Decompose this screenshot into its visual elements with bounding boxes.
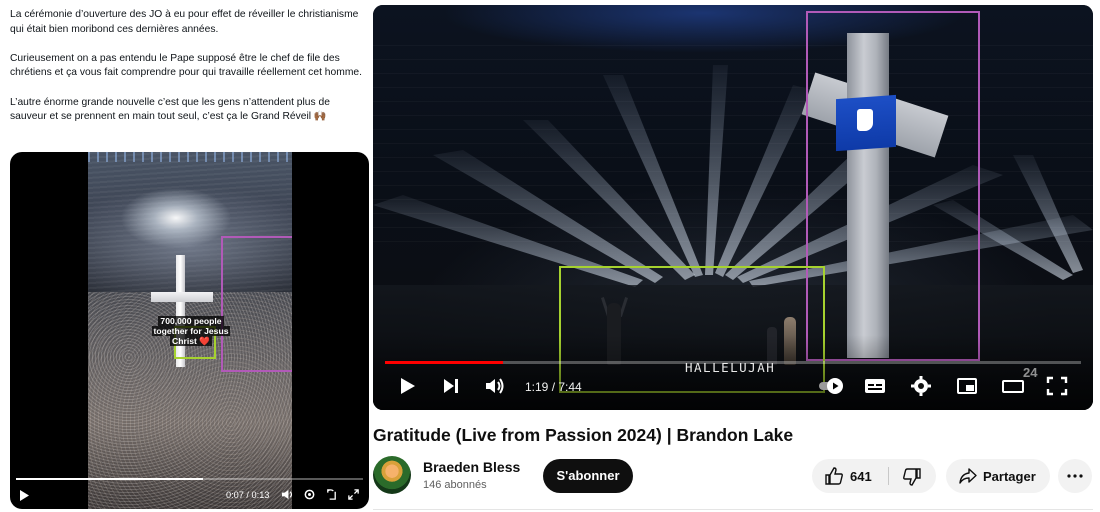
share-label: Partager — [983, 469, 1036, 484]
share-button[interactable]: Partager — [946, 459, 1050, 493]
share-icon — [959, 468, 977, 484]
rotate-icon[interactable] — [325, 488, 338, 501]
like-dislike-group: 641 — [812, 459, 936, 493]
like-count: 641 — [850, 469, 872, 484]
subscribe-button[interactable]: S'abonner — [543, 459, 633, 493]
video-progress-fill — [16, 478, 204, 480]
channel-avatar[interactable] — [373, 456, 411, 494]
tweet-paragraph: L’autre énorme grande nouvelle c’est que… — [10, 96, 330, 123]
youtube-progress-fill — [385, 361, 504, 364]
tweet-paragraph: La cérémonie d’ouverture des JO à eu pou… — [10, 9, 359, 35]
divider — [373, 509, 1093, 510]
cross-highlight-box — [221, 236, 292, 372]
expand-icon[interactable] — [347, 488, 360, 501]
stadium-lights — [88, 152, 292, 162]
youtube-progress-bar[interactable] — [385, 361, 1081, 364]
autoplay-toggle[interactable] — [817, 375, 847, 397]
settings-icon[interactable] — [909, 375, 933, 397]
more-actions-button[interactable] — [1058, 459, 1092, 493]
next-icon[interactable] — [439, 375, 463, 397]
broadcast-watermark: 24 — [1023, 365, 1038, 380]
video-progress-bar[interactable] — [16, 478, 363, 480]
thumbs-up-icon — [825, 467, 843, 485]
thumbs-down-icon — [903, 468, 921, 486]
settings-icon[interactable] — [303, 488, 316, 501]
cross-arm — [151, 292, 213, 302]
tweet: La cérémonie d’ouverture des JO à eu pou… — [0, 0, 372, 512]
video-title[interactable]: Gratitude (Live from Passion 2024) | Bra… — [373, 425, 793, 446]
like-button[interactable]: 641 — [812, 459, 888, 493]
play-icon[interactable] — [395, 375, 419, 397]
video-time: 0:07 / 0:13 — [226, 490, 270, 500]
fullscreen-icon[interactable] — [1045, 375, 1069, 397]
tweet-paragraph: Curieusement on a pas entendu le Pape su… — [10, 52, 362, 79]
more-icon — [1067, 474, 1083, 478]
dislike-button[interactable] — [889, 459, 936, 493]
tweet-text: La cérémonie d’ouverture des JO à eu pou… — [10, 8, 366, 125]
cross-highlight-box — [806, 11, 980, 361]
play-icon[interactable] — [19, 490, 29, 501]
subtitles-icon[interactable] — [863, 375, 887, 397]
channel-name[interactable]: Braeden Bless — [423, 459, 520, 475]
miniplayer-icon[interactable] — [955, 375, 979, 397]
volume-icon[interactable] — [483, 375, 507, 397]
video-player[interactable]: HALLELUJAH 24 1:19 / 7:44 — [373, 5, 1093, 410]
video-caption: 700,000 people together for Jesus Christ… — [151, 316, 231, 346]
tweet-video[interactable]: 700,000 people together for Jesus Christ… — [10, 152, 369, 509]
theater-icon[interactable] — [1001, 375, 1025, 397]
video-controls: 0:07 / 0:13 — [10, 486, 369, 506]
volume-icon[interactable] — [281, 488, 294, 501]
subscriber-count: 146 abonnés — [423, 479, 487, 491]
youtube-time: 1:19 / 7:44 — [525, 380, 582, 394]
